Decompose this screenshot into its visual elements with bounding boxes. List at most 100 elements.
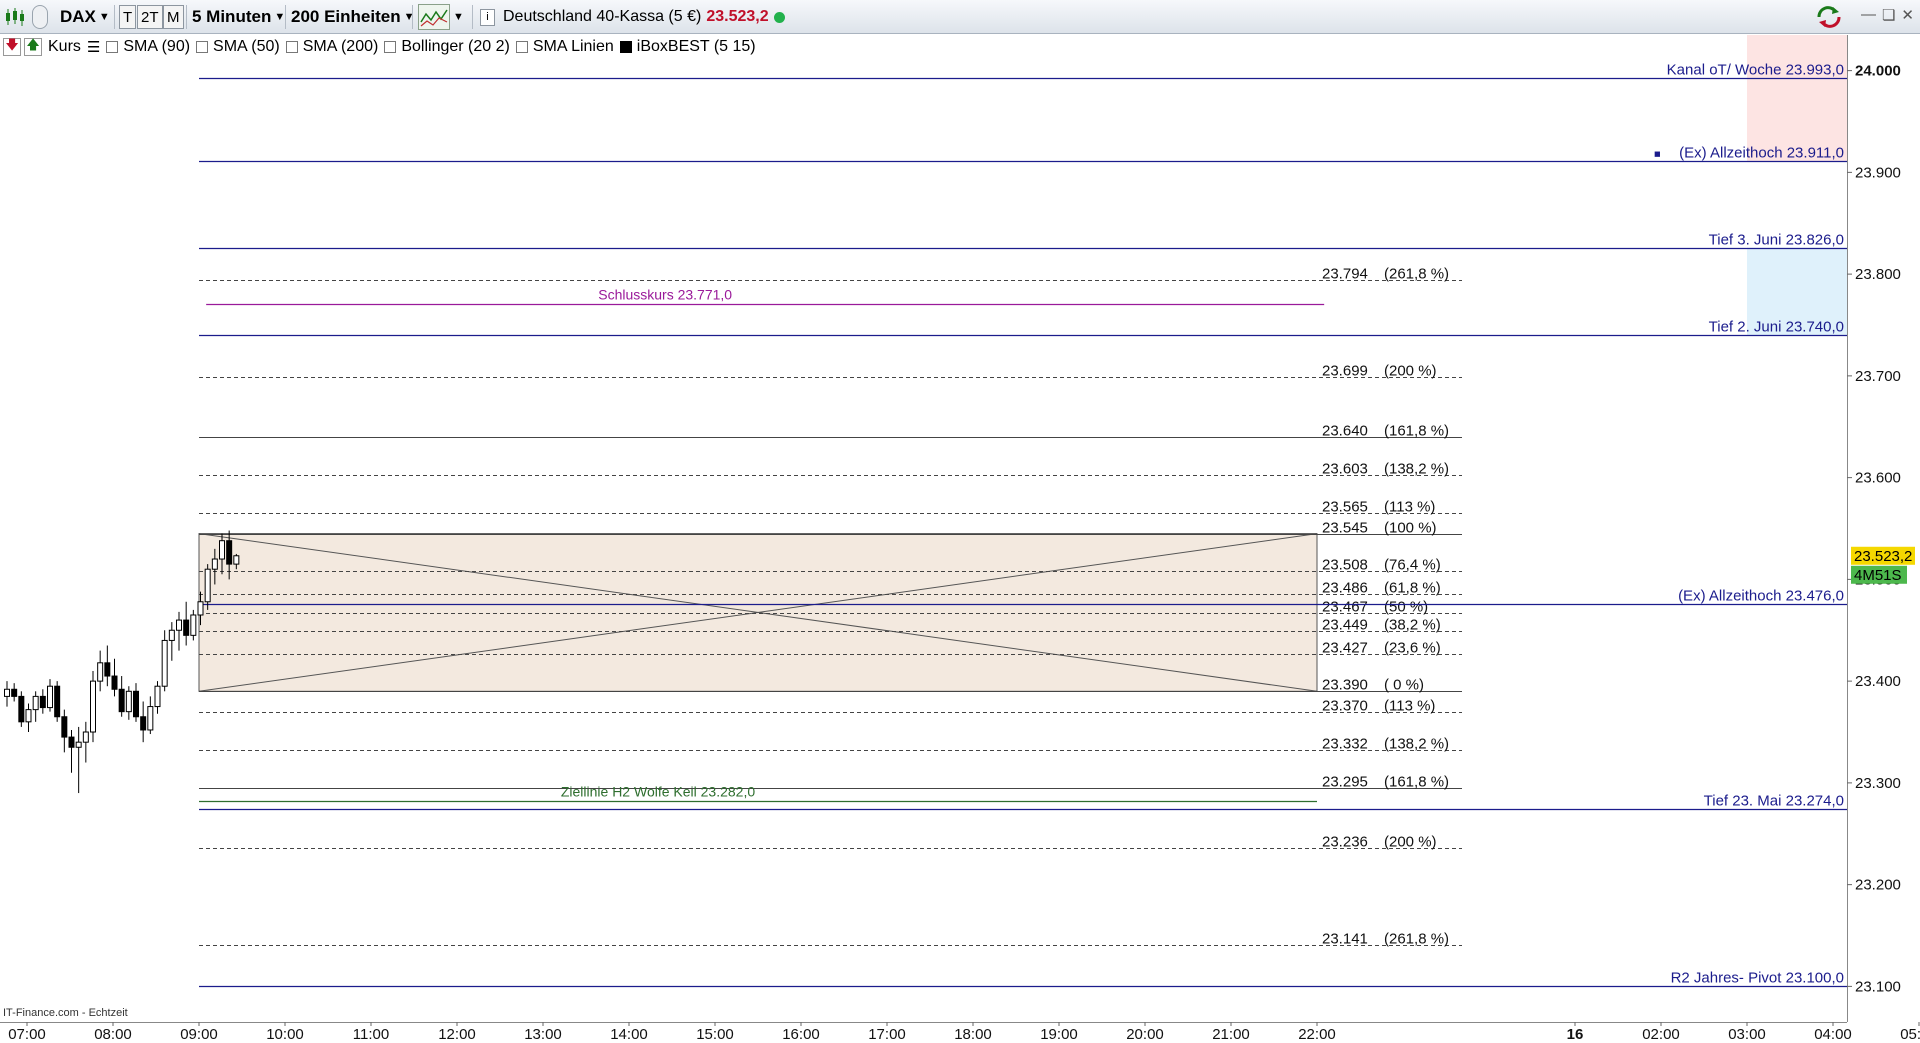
fib-price-label: 23.640: [1322, 423, 1368, 440]
info-icon: i: [480, 8, 495, 26]
x-tick-label: 14:00: [610, 1026, 648, 1043]
instrument-info[interactable]: i Deutschland 40-Kassa (5 €) 23.523,2: [480, 0, 785, 34]
fib-pct-label: (138,2 %): [1384, 736, 1449, 753]
candle-body: [97, 662, 104, 682]
indicator-label: SMA (50): [213, 38, 280, 55]
candle-type-button[interactable]: [4, 0, 26, 34]
fib-pct-label: (138,2 %): [1384, 461, 1449, 478]
indicator-kurs[interactable]: Kurs: [48, 38, 81, 56]
fib-pct-label: (23,6 %): [1384, 640, 1441, 657]
fib-pct-label: (50 %): [1384, 599, 1428, 616]
x-tick-label: 11:00: [353, 1026, 389, 1043]
units-select[interactable]: 200 Einheiten ▼: [291, 0, 415, 34]
candle-body: [61, 716, 68, 738]
indicator-checkbox[interactable]: [285, 41, 298, 53]
candle-body: [47, 685, 53, 709]
restore-icon[interactable]: ❏: [1882, 6, 1895, 24]
fib-pct-label: (38,2 %): [1384, 617, 1441, 634]
candlestick-icon: [6, 8, 24, 26]
price-chart[interactable]: 23.794 (261,8 %) 23.699 (200 %) 23.640 (161,8…: [0, 0, 1920, 1043]
fib-price-label: 23.427: [1322, 640, 1368, 657]
fib-price-label: 23.565: [1322, 499, 1368, 516]
candle-body: [75, 741, 82, 748]
candle-body: [233, 555, 240, 565]
fib-pct-label: (113 %): [1384, 499, 1435, 516]
x-tick-label: 07:00: [8, 1026, 46, 1043]
candle-body: [190, 614, 197, 636]
fib-price-label: 23.699: [1322, 363, 1368, 380]
x-tick-label: 19:00: [1040, 1026, 1078, 1043]
fib-price-label: 23.332: [1322, 736, 1368, 753]
level-marker-icon: ■: [1654, 149, 1661, 161]
level-label: (Ex) Allzeithoch 23.476,0: [1678, 588, 1844, 605]
indicator-bollinger[interactable]: Bollinger (20 2): [384, 38, 510, 56]
close-icon[interactable]: ✕: [1901, 6, 1914, 24]
y-tick-label: 24.000: [1855, 63, 1901, 80]
indicator-checkbox[interactable]: [106, 41, 119, 53]
fib-price-label: 23.603: [1322, 461, 1368, 478]
indicator-label: SMA (90): [123, 38, 191, 55]
indicator-menu[interactable]: ▼: [418, 0, 464, 34]
indicator-checkbox[interactable]: [196, 41, 209, 53]
indicator-sma-50[interactable]: SMA (50): [196, 38, 280, 56]
y-tick-label: 23.900: [1855, 164, 1901, 181]
x-tick-label: 16: [1567, 1026, 1584, 1043]
two-tick-button[interactable]: 2T: [137, 5, 163, 29]
chart-style-button[interactable]: [32, 0, 48, 34]
candle-body: [211, 558, 218, 570]
indicator-checkbox[interactable]: [515, 41, 528, 53]
candle-body: [118, 688, 125, 713]
fib-price-label: 23.390: [1322, 677, 1368, 694]
arrow-up-icon[interactable]: 🡅: [24, 37, 42, 56]
candle-body: [140, 716, 147, 731]
candle-body: [32, 695, 39, 711]
last-price: 23.523,2: [706, 8, 769, 25]
fib-price-label: 23.486: [1322, 580, 1368, 597]
x-tick-label: 10:00: [266, 1026, 304, 1043]
indicator-sma-90[interactable]: SMA (90): [106, 38, 190, 56]
indicator-iboxbest[interactable]: iBoxBEST (5 15): [619, 38, 756, 56]
fib-price-label: 23.236: [1322, 834, 1368, 851]
indicator-list-button[interactable]: ☰: [87, 38, 100, 56]
level-label: R2 Jahres- Pivot 23.100,0: [1671, 970, 1844, 987]
annotation-label: Ziellinie H2 Wolfe Keil 23.282,0: [561, 784, 756, 800]
candle-body: [11, 688, 18, 697]
refresh-icon: [1817, 6, 1841, 28]
minute-button[interactable]: M: [163, 5, 184, 29]
indicator-checkbox[interactable]: [619, 41, 632, 53]
x-tick-label: 03:00: [1728, 1026, 1766, 1043]
fib-price-label: 23.545: [1322, 520, 1368, 537]
indicator-label: SMA (200): [302, 38, 379, 55]
indicator-label: SMA Linien: [532, 38, 614, 55]
interval-select[interactable]: 5 Minuten ▼: [192, 0, 285, 34]
candle-body: [154, 685, 161, 708]
fib-pct-label: (200 %): [1384, 363, 1437, 380]
fib-price-label: 23.449: [1322, 617, 1368, 634]
indicator-sma-linien[interactable]: SMA Linien: [515, 38, 614, 56]
indicator-sma-200[interactable]: SMA (200): [285, 38, 379, 56]
data-source-label: IT-Finance.com - Echtzeit: [3, 1007, 128, 1019]
fib-pct-label: (100 %): [1384, 520, 1437, 537]
indicator-chart-icon: [418, 4, 450, 30]
symbol-select[interactable]: DAX ▼: [60, 0, 110, 34]
x-tick-label: 22:00: [1298, 1026, 1336, 1043]
candle-body: [226, 540, 233, 565]
sync-button[interactable]: [1815, 0, 1843, 34]
fib-price-label: 23.141: [1322, 931, 1368, 948]
arrow-down-icon[interactable]: 🡇: [3, 37, 21, 56]
x-tick-label: 15:00: [696, 1026, 734, 1043]
level-label: Kanal oT/ Woche 23.993,0: [1667, 62, 1844, 79]
candle-body: [125, 690, 132, 713]
tick-button[interactable]: T: [119, 5, 137, 29]
y-tick-label: 23.300: [1855, 775, 1901, 792]
candle-body: [111, 675, 118, 690]
candle-body: [161, 639, 168, 687]
x-tick-label: 18:00: [954, 1026, 992, 1043]
interval-label: 5 Minuten: [192, 7, 272, 26]
indicator-checkbox[interactable]: [384, 41, 397, 53]
x-tick-label: 12:00: [438, 1026, 476, 1043]
fib-price-label: 23.467: [1322, 599, 1368, 616]
level-label: Tief 2. Juni 23.740,0: [1709, 319, 1844, 336]
candle-body: [147, 706, 154, 731]
minimize-icon[interactable]: —: [1861, 6, 1876, 24]
